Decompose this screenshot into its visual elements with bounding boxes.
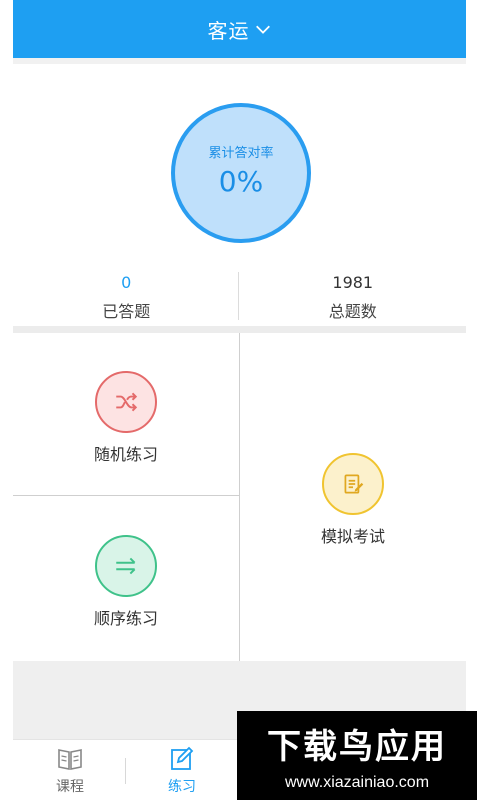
- answered-label: 已答题: [102, 301, 151, 321]
- watermark-url: www.xiazainiao.com: [284, 774, 430, 791]
- nav-course[interactable]: 课程: [15, 740, 125, 801]
- accuracy-label: 累计答对率: [208, 146, 274, 161]
- edit-icon: [171, 746, 194, 770]
- total-count: 1981: [332, 272, 374, 292]
- nav-course-label: 课程: [56, 778, 84, 795]
- sequential-practice-icon-circle: [95, 535, 157, 597]
- nav-practice[interactable]: 练习: [127, 740, 237, 801]
- practice-grid: 随机练习 顺序练习 模拟考试: [13, 333, 466, 661]
- answered-count: 0: [121, 272, 132, 292]
- nav-practice-label: 练习: [168, 778, 196, 795]
- shuffle-icon: [116, 392, 138, 412]
- app-screen: 客运 累计答对率 0% 0 已答题 1981 总题数 随机练习 顺序练习 模拟考…: [13, 0, 466, 801]
- random-practice-label: 随机练习: [93, 445, 158, 464]
- stats-divider: [238, 272, 239, 320]
- nav-separator: [125, 758, 126, 784]
- total-label: 总题数: [328, 301, 377, 321]
- accuracy-value: 0%: [218, 165, 264, 198]
- category-selector[interactable]: 客运: [208, 15, 272, 44]
- section-divider: [13, 326, 466, 333]
- grid-horizontal-divider: [13, 495, 239, 496]
- chevron-down-icon: [255, 25, 270, 34]
- sequential-practice-label: 顺序练习: [93, 609, 158, 628]
- answered-stat: 0 已答题: [13, 272, 240, 322]
- accuracy-circle: 累计答对率 0%: [171, 103, 311, 243]
- random-practice-button[interactable]: 随机练习: [13, 371, 239, 465]
- sequential-practice-button[interactable]: 顺序练习: [13, 535, 239, 629]
- mock-exam-icon-circle: [322, 453, 384, 515]
- header-shadow: [13, 58, 466, 64]
- header-bar: 客运: [13, 0, 466, 58]
- mock-exam-label: 模拟考试: [320, 527, 385, 546]
- exam-paper-icon: [344, 474, 364, 494]
- book-icon: [58, 748, 82, 770]
- header-title: 客运: [207, 18, 250, 43]
- stats-row: 0 已答题 1981 总题数: [13, 272, 466, 322]
- random-practice-icon-circle: [95, 371, 157, 433]
- watermark: 下载鸟应用 www.xiazainiao.com: [237, 711, 477, 800]
- watermark-logo-text: 下载鸟应用: [267, 727, 447, 767]
- right-arrows-icon: [116, 557, 136, 575]
- total-stat: 1981 总题数: [240, 272, 467, 322]
- mock-exam-button[interactable]: 模拟考试: [240, 453, 466, 547]
